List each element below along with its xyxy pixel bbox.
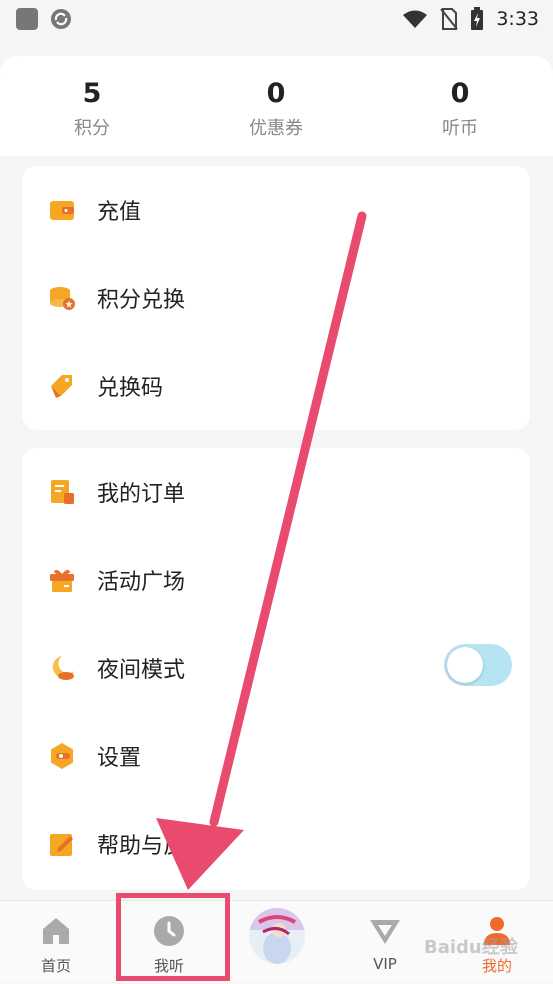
stats-panel: 5 积分 0 优惠券 0 听币 xyxy=(0,56,553,156)
stat-coupons[interactable]: 0 优惠券 xyxy=(216,76,336,140)
stat-label: 积分 xyxy=(74,118,110,139)
menu-item-label: 夜间模式 xyxy=(97,658,186,683)
stat-value: 0 xyxy=(266,78,286,109)
app-notification-icon xyxy=(16,8,38,30)
battery-icon xyxy=(471,7,484,30)
menu-item-label: 积分兑换 xyxy=(97,288,186,313)
tag-icon xyxy=(51,375,72,398)
menu-item-night-mode[interactable]: 夜间模式 xyxy=(22,624,530,712)
menu-item-help-feedback[interactable]: 帮助与反 xyxy=(22,800,530,888)
menu-item-activity-plaza[interactable]: 活动广场 xyxy=(22,536,530,624)
wallet-icon xyxy=(50,201,74,220)
menu-item-label: 我的订单 xyxy=(97,482,186,507)
tab-label: 首页 xyxy=(40,957,71,975)
edit-icon xyxy=(50,834,73,856)
book-cover-image xyxy=(249,908,305,964)
stat-label: 听币 xyxy=(442,118,478,139)
stat-coins[interactable]: 0 听币 xyxy=(400,76,520,140)
menu-item-my-orders[interactable]: 我的订单 xyxy=(22,448,530,536)
toggle-knob xyxy=(447,647,483,683)
coins-exchange-icon xyxy=(50,287,75,310)
menu-item-recharge[interactable]: 充值 xyxy=(22,166,530,254)
menu-item-points-exchange[interactable]: 积分兑换 xyxy=(22,254,530,342)
tab-label: VIP xyxy=(373,955,397,973)
tab-vip[interactable]: VIP xyxy=(340,901,430,984)
annotation-highlight-box xyxy=(116,893,230,981)
menu-item-settings[interactable]: 设置 xyxy=(22,712,530,800)
gift-icon xyxy=(50,569,74,592)
sync-icon xyxy=(51,9,71,29)
menu-item-label: 帮助与反 xyxy=(97,834,186,859)
menu-item-redeem-code[interactable]: 兑换码 xyxy=(22,342,530,430)
menu-item-label: 兑换码 xyxy=(97,376,164,401)
menu-card-wallet: 充值 积分兑换 兑换码 xyxy=(22,166,530,430)
now-playing-cover[interactable] xyxy=(249,908,305,964)
stat-points[interactable]: 5 积分 xyxy=(32,76,152,140)
stat-value: 5 xyxy=(82,78,102,109)
tab-home[interactable]: 首页 xyxy=(11,901,101,984)
moon-icon xyxy=(52,656,74,680)
no-sim-icon xyxy=(440,8,459,30)
stat-value: 0 xyxy=(450,78,470,109)
menu-item-label: 活动广场 xyxy=(97,570,186,595)
status-bar: 3:33 xyxy=(0,0,553,38)
baidu-watermark: Baidu经验 xyxy=(424,937,518,958)
night-mode-toggle[interactable] xyxy=(444,644,512,686)
menu-item-label: 设置 xyxy=(97,746,142,771)
stat-label: 优惠券 xyxy=(249,118,303,139)
vip-icon xyxy=(370,920,400,944)
settings-icon xyxy=(51,743,73,769)
menu-item-label: 充值 xyxy=(97,200,142,225)
home-icon xyxy=(43,918,69,944)
wifi-icon xyxy=(403,10,428,28)
order-icon xyxy=(51,480,74,504)
menu-card-general: 我的订单 活动广场 夜间模式 设置 帮助与反 xyxy=(22,448,530,890)
clock-time: 3:33 xyxy=(496,8,539,30)
